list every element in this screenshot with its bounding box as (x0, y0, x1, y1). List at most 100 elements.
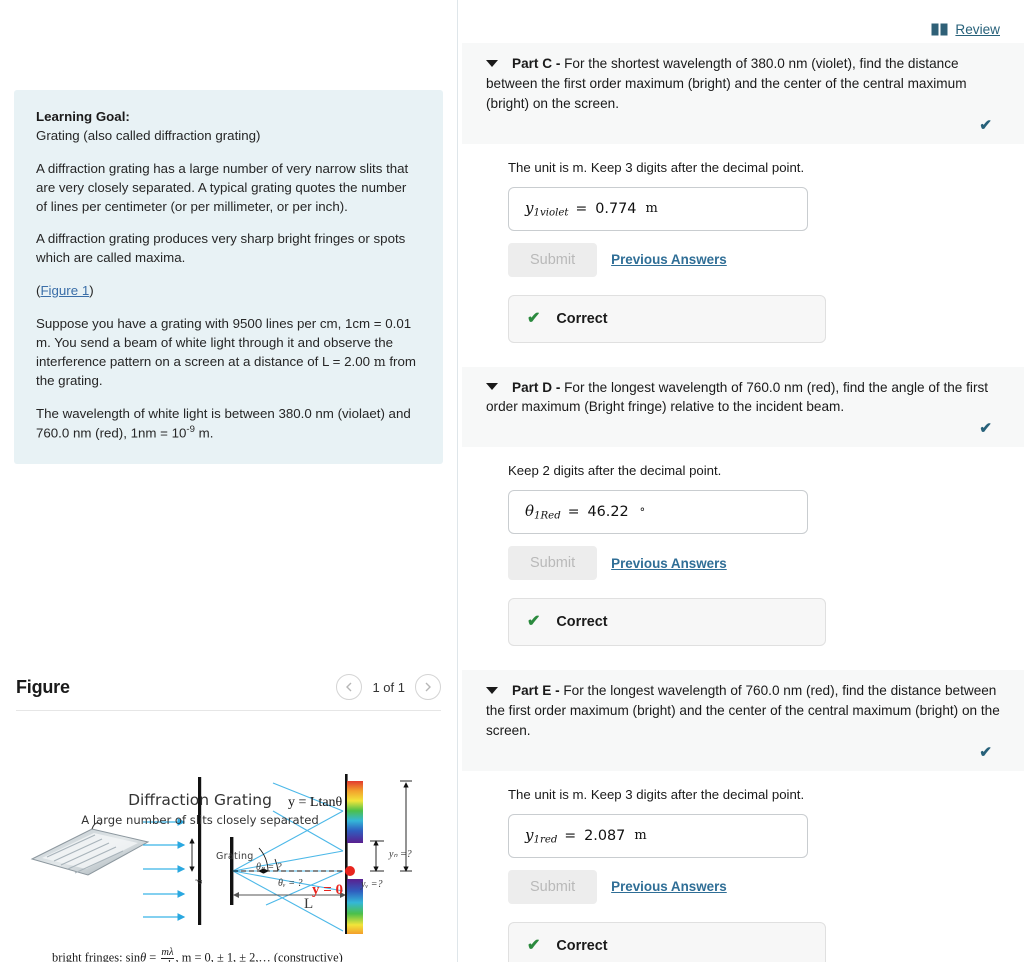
part-c-header[interactable]: Part C - For the shortest wavelength of … (462, 43, 1024, 144)
paren-close: ) (89, 283, 94, 299)
caret-down-icon[interactable] (486, 687, 498, 695)
part-c-value: 0.774 (595, 200, 637, 217)
part-e-variable-subscript: 1red (533, 834, 558, 846)
part-e-unit: m (634, 828, 647, 844)
figure-1-link[interactable]: Figure 1 (40, 283, 89, 298)
part-e-status-text: Correct (556, 937, 608, 954)
part-d-label: Part D - (512, 379, 565, 395)
part-d-variable: θ1Red (525, 502, 561, 522)
intro-paragraph-3: Suppose you have a grating with 9500 lin… (36, 315, 421, 391)
caret-down-icon[interactable] (486, 383, 498, 391)
part-c-answer-field[interactable]: y1violet = 0.774 m (508, 186, 808, 231)
caret-down-icon[interactable] (486, 59, 498, 67)
review-link[interactable]: Review (955, 22, 1000, 37)
part-e-answer-field[interactable]: y1red = 2.087 m (508, 813, 808, 858)
part-d-status-box: ✔ Correct (508, 598, 826, 647)
part-c-status-box: ✔ Correct (508, 294, 826, 343)
grating-bar-main (230, 837, 234, 905)
part-c-header-check-icon: ✔ (979, 116, 992, 134)
part-c-previous-answers-link[interactable]: Previous Answers (611, 252, 727, 267)
check-icon: ✔ (527, 613, 541, 631)
learning-goal-label: Learning Goal: (36, 109, 130, 124)
part-c-prompt: Part C - For the shortest wavelength of … (486, 54, 1008, 114)
part-e-header[interactable]: Part E - For the longest wavelength of 7… (462, 670, 1024, 771)
part-c-actions: Submit Previous Answers (508, 242, 1024, 277)
formula-fraction: mλd (161, 947, 174, 962)
part-e-status-box: ✔ Correct (508, 921, 826, 962)
part-e-actions: Submit Previous Answers (508, 869, 1024, 904)
part-d-block: Part D - For the longest wavelength of 7… (462, 366, 1024, 647)
part-d-variable-subscript: 1Red (534, 510, 561, 522)
part-e-previous-answers-link[interactable]: Previous Answers (611, 879, 727, 894)
setup-text-a: Suppose you have a grating with 9500 lin… (36, 316, 412, 369)
formula-prefix: bright fringes: sin (52, 950, 141, 962)
part-c-status-text: Correct (556, 310, 608, 327)
check-icon: ✔ (527, 309, 541, 327)
diagram-label-theta-n: θₙ = ? (256, 862, 282, 873)
part-e-variable: y1red (525, 825, 558, 846)
diagram-label-y-violet: yᵥ =? (361, 879, 383, 890)
diagram-label-y-zero: y = 0 (312, 882, 344, 898)
problem-page: Learning Goal: Grating (also called diff… (0, 0, 1024, 962)
part-e-equals: = (564, 827, 577, 844)
part-d-answer-field[interactable]: θ1Red = 46.22 ° (508, 490, 808, 535)
figure-divider (16, 710, 441, 711)
panel-divider (457, 0, 458, 962)
part-d-body: Keep 2 digits after the decimal point. θ… (462, 447, 1024, 647)
chevron-right-icon[interactable] (415, 674, 441, 700)
part-e-block: Part E - For the longest wavelength of 7… (462, 670, 1024, 962)
part-c-equals: = (575, 200, 588, 217)
diffraction-grating-diagram: Diffraction Grating A large number of sl… (16, 719, 441, 962)
formula-suffix: , m = 0, ± 1, ± 2,… (constructive) (175, 950, 343, 962)
part-d-actions: Submit Previous Answers (508, 546, 1024, 581)
part-c-body: The unit is m. Keep 3 digits after the d… (462, 144, 1024, 343)
intro-paragraph-2: A diffraction grating produces very shar… (36, 231, 406, 266)
diagram-label-grating: Grating (216, 851, 254, 862)
part-c-submit-button[interactable]: Submit (508, 242, 598, 277)
review-row: Review (462, 0, 1024, 43)
part-d-hint: Keep 2 digits after the decimal point. (508, 463, 722, 479)
check-icon: ✔ (527, 936, 541, 954)
formula-numerator: mλ (161, 947, 174, 958)
diagram-label-d: d (194, 879, 204, 885)
part-e-question: For the longest wavelength of 760.0 nm (… (486, 683, 1000, 738)
part-d-prompt: Part D - For the longest wavelength of 7… (486, 378, 1008, 418)
left-panel: Learning Goal: Grating (also called diff… (0, 0, 457, 962)
part-d-equals: = (567, 504, 580, 521)
part-d-value: 46.22 (587, 504, 629, 521)
part-c-label: Part C - (512, 56, 565, 71)
central-maximum-dot (345, 866, 355, 876)
figure-reference: (Figure 1) (36, 282, 421, 301)
part-c-variable-subscript: 1violet (533, 207, 569, 219)
intro-paragraph-4: The wavelength of white light is between… (36, 405, 421, 444)
part-e-prompt: Part E - For the longest wavelength of 7… (486, 681, 1008, 741)
figure-section: Figure 1 of 1 Diffraction Grating A larg… (0, 662, 457, 962)
learning-goal-sub: Grating (also called diffraction grating… (36, 127, 261, 143)
part-e-value: 2.087 (584, 827, 626, 844)
chevron-left-icon[interactable] (336, 674, 363, 700)
figure-header: Figure 1 of 1 (0, 662, 457, 710)
figure-pagination: 1 of 1 (336, 674, 441, 700)
part-c-unit: m (645, 201, 658, 217)
part-e-header-check-icon: ✔ (979, 743, 992, 761)
part-e-submit-button[interactable]: Submit (508, 869, 598, 904)
part-d-previous-answers-link[interactable]: Previous Answers (611, 556, 727, 571)
book-icon (931, 23, 948, 36)
part-d-submit-button[interactable]: Submit (508, 546, 598, 581)
part-d-header[interactable]: Part D - For the longest wavelength of 7… (462, 366, 1024, 448)
diagram-label-theta-v: θᵥ = ? (278, 878, 303, 889)
wavelength-text-a: The wavelength of white light is between… (36, 405, 411, 441)
part-d-unit: ° (639, 505, 646, 519)
wavelength-text-b: m. (194, 425, 214, 441)
diagram-subheading: A large number of slits closely separate… (81, 813, 319, 827)
part-e-body: The unit is m. Keep 3 digits after the d… (462, 771, 1024, 962)
figure-count: 1 of 1 (372, 679, 405, 695)
part-c-hint: The unit is m. Keep 3 digits after the d… (508, 159, 805, 175)
learning-goal-heading: Learning Goal: Grating (also called diff… (36, 108, 421, 146)
incident-beam-rays (143, 818, 186, 921)
unit-meter: m (373, 353, 386, 369)
learning-goal-card: Learning Goal: Grating (also called diff… (14, 90, 443, 464)
diagram-label-y-red: yₙ =? (389, 849, 412, 860)
part-e-label: Part E - (512, 683, 564, 699)
exponent: -9 (186, 424, 195, 436)
